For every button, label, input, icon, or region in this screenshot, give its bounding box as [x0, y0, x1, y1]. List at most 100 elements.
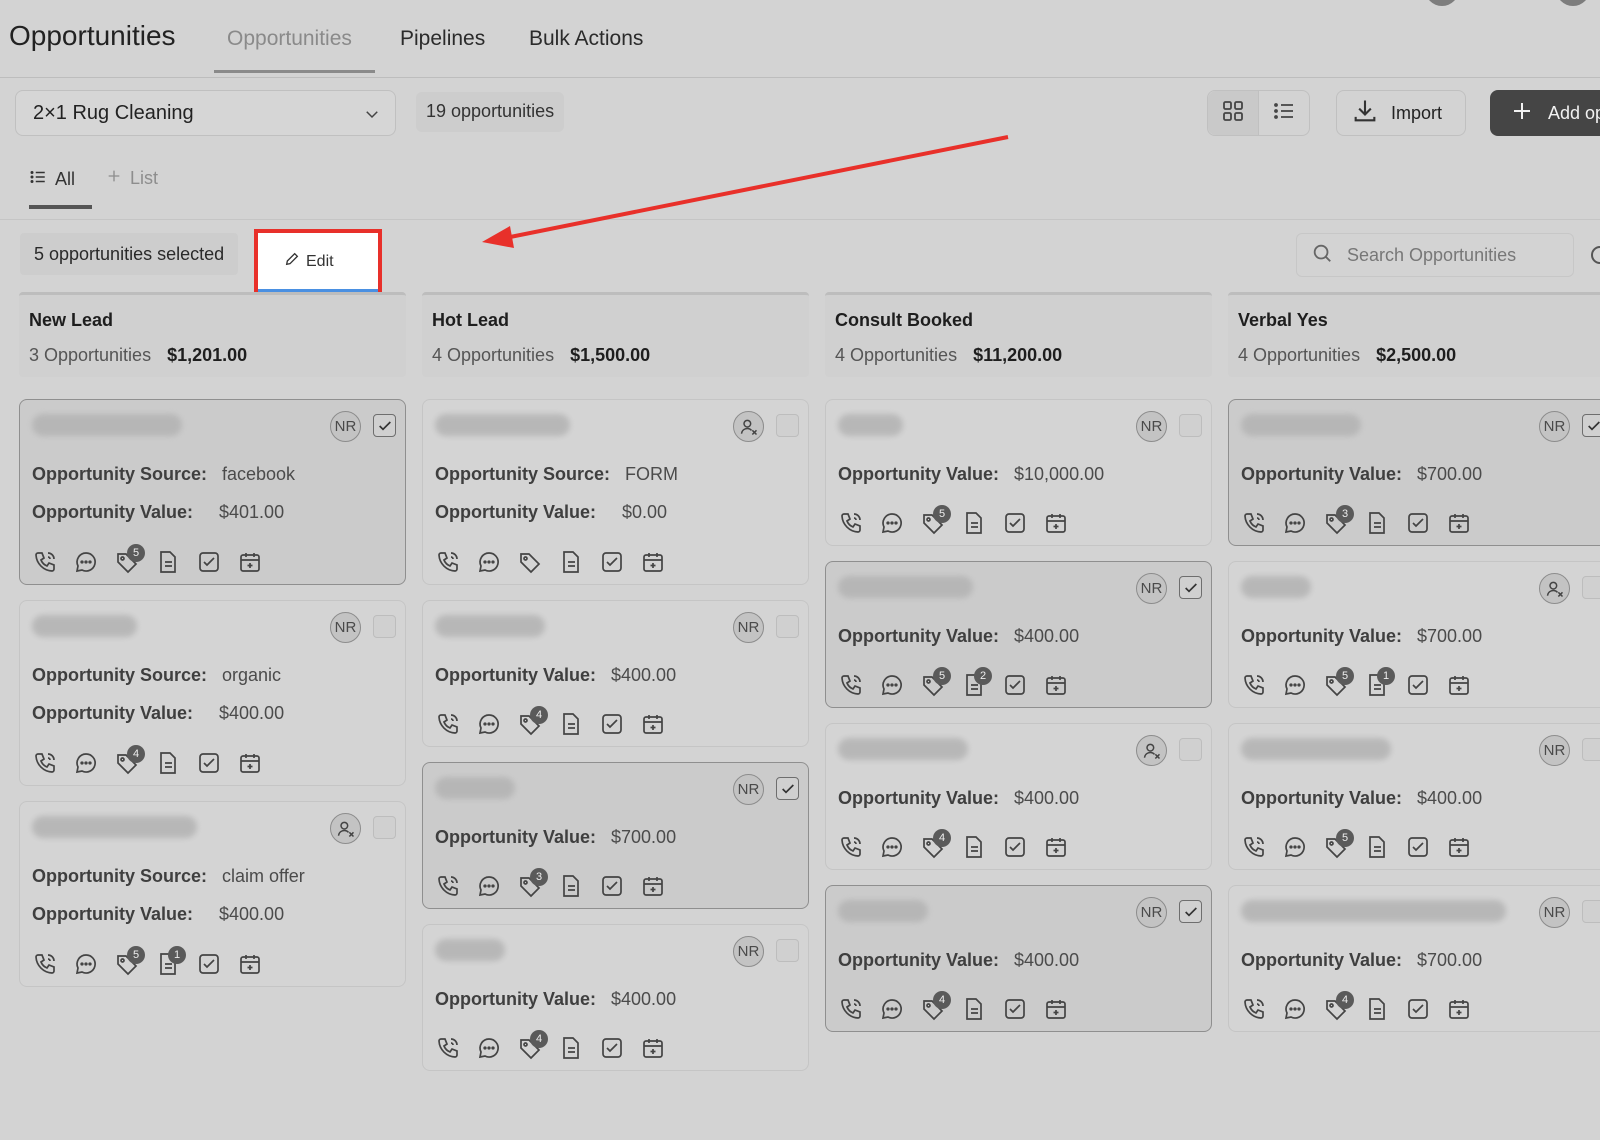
- select-checkbox[interactable]: [373, 414, 396, 437]
- calendar-icon[interactable]: [237, 549, 263, 575]
- phone-icon[interactable]: [435, 873, 461, 899]
- opportunity-card[interactable]: NR Opportunity Value: $700.00 4: [1228, 885, 1600, 1032]
- chat-icon[interactable]: [73, 549, 99, 575]
- task-icon[interactable]: [196, 951, 222, 977]
- phone-icon[interactable]: [838, 510, 864, 536]
- task-icon[interactable]: [599, 549, 625, 575]
- select-checkbox[interactable]: [1179, 414, 1202, 437]
- select-checkbox[interactable]: [1179, 900, 1202, 923]
- note-icon[interactable]: [961, 996, 987, 1022]
- task-icon[interactable]: [599, 873, 625, 899]
- calendar-icon[interactable]: [237, 750, 263, 776]
- task-icon[interactable]: [1002, 834, 1028, 860]
- chat-icon[interactable]: [476, 549, 502, 575]
- owner-avatar[interactable]: NR: [1539, 735, 1570, 766]
- tag-icon[interactable]: 5: [114, 544, 145, 575]
- calendar-icon[interactable]: [1446, 996, 1472, 1022]
- avatar[interactable]: [1556, 0, 1590, 6]
- chat-icon[interactable]: [879, 996, 905, 1022]
- opportunity-card[interactable]: NR Opportunity Source: facebook Opportunity…: [19, 399, 406, 585]
- calendar-icon[interactable]: [1446, 834, 1472, 860]
- task-icon[interactable]: [196, 750, 222, 776]
- calendar-icon[interactable]: [1043, 672, 1069, 698]
- select-checkbox[interactable]: [1179, 576, 1202, 599]
- add-opportunity-button[interactable]: Add op: [1490, 90, 1600, 136]
- grid-view-button[interactable]: [1208, 91, 1259, 135]
- select-checkbox[interactable]: [776, 414, 799, 437]
- calendar-icon[interactable]: [640, 549, 666, 575]
- task-icon[interactable]: [196, 549, 222, 575]
- calendar-icon[interactable]: [1446, 510, 1472, 536]
- calendar-icon[interactable]: [640, 711, 666, 737]
- phone-icon[interactable]: [1241, 996, 1267, 1022]
- owner-avatar[interactable]: NR: [330, 411, 361, 442]
- chat-icon[interactable]: [73, 951, 99, 977]
- task-icon[interactable]: [1002, 672, 1028, 698]
- tag-icon[interactable]: 5: [114, 946, 145, 977]
- task-icon[interactable]: [1405, 996, 1431, 1022]
- select-checkbox[interactable]: [1179, 738, 1202, 761]
- phone-icon[interactable]: [435, 1035, 461, 1061]
- opportunity-card[interactable]: NR Opportunity Value: $400.00 4: [825, 885, 1212, 1032]
- phone-icon[interactable]: [32, 549, 58, 575]
- calendar-icon[interactable]: [1043, 834, 1069, 860]
- note-icon[interactable]: [1364, 834, 1390, 860]
- unassigned-user-icon[interactable]: [1136, 735, 1167, 766]
- select-checkbox[interactable]: [776, 615, 799, 638]
- opportunity-card[interactable]: NR Opportunity Source: organic Opportunity …: [19, 600, 406, 786]
- task-icon[interactable]: [1002, 510, 1028, 536]
- chat-icon[interactable]: [879, 672, 905, 698]
- chat-icon[interactable]: [879, 834, 905, 860]
- unassigned-user-icon[interactable]: [733, 411, 764, 442]
- opportunity-card[interactable]: NR Opportunity Value: $700.00 3: [1228, 399, 1600, 546]
- note-icon[interactable]: [1364, 996, 1390, 1022]
- note-icon[interactable]: [1364, 510, 1390, 536]
- owner-avatar[interactable]: NR: [1136, 897, 1167, 928]
- subtab-add-list[interactable]: List: [106, 168, 158, 189]
- phone-icon[interactable]: [1241, 510, 1267, 536]
- edit-button[interactable]: Edit: [258, 233, 378, 290]
- opportunity-card[interactable]: NR Opportunity Value: $400.00 4: [422, 924, 809, 1071]
- select-checkbox[interactable]: [1582, 576, 1600, 599]
- note-icon[interactable]: [961, 834, 987, 860]
- phone-icon[interactable]: [1241, 672, 1267, 698]
- task-icon[interactable]: [1002, 996, 1028, 1022]
- chat-icon[interactable]: [476, 873, 502, 899]
- owner-avatar[interactable]: NR: [1136, 573, 1167, 604]
- owner-avatar[interactable]: NR: [733, 936, 764, 967]
- chat-icon[interactable]: [73, 750, 99, 776]
- owner-avatar[interactable]: NR: [1539, 411, 1570, 442]
- task-icon[interactable]: [1405, 834, 1431, 860]
- opportunity-card[interactable]: Opportunity Value: $700.00 5 1: [1228, 561, 1600, 708]
- owner-avatar[interactable]: NR: [1136, 411, 1167, 442]
- calendar-icon[interactable]: [640, 873, 666, 899]
- chat-icon[interactable]: [1282, 672, 1308, 698]
- chat-icon[interactable]: [1282, 996, 1308, 1022]
- select-checkbox[interactable]: [776, 777, 799, 800]
- calendar-icon[interactable]: [1043, 996, 1069, 1022]
- phone-icon[interactable]: [435, 549, 461, 575]
- tab-opportunities[interactable]: Opportunities: [227, 27, 352, 51]
- note-icon[interactable]: 2: [961, 667, 992, 698]
- tag-icon[interactable]: 5: [920, 505, 951, 536]
- opportunity-card[interactable]: Opportunity Source: claim offer Opportunit…: [19, 801, 406, 987]
- select-checkbox[interactable]: [373, 816, 396, 839]
- chat-icon[interactable]: [1282, 510, 1308, 536]
- phone-icon[interactable]: [838, 672, 864, 698]
- note-icon[interactable]: [558, 1035, 584, 1061]
- chat-icon[interactable]: [476, 711, 502, 737]
- phone-icon[interactable]: [32, 951, 58, 977]
- tab-pipelines[interactable]: Pipelines: [400, 27, 485, 51]
- note-icon[interactable]: [155, 549, 181, 575]
- tag-icon[interactable]: 5: [1323, 667, 1354, 698]
- avatar[interactable]: [1425, 0, 1459, 6]
- note-icon[interactable]: 1: [155, 946, 186, 977]
- chat-icon[interactable]: [476, 1035, 502, 1061]
- opportunity-card[interactable]: NR Opportunity Value: $400.00 5 2: [825, 561, 1212, 708]
- tag-icon[interactable]: 5: [1323, 829, 1354, 860]
- tag-icon[interactable]: [517, 549, 543, 575]
- tag-icon[interactable]: 5: [920, 667, 951, 698]
- import-button[interactable]: Import: [1336, 90, 1466, 136]
- phone-icon[interactable]: [32, 750, 58, 776]
- task-icon[interactable]: [599, 711, 625, 737]
